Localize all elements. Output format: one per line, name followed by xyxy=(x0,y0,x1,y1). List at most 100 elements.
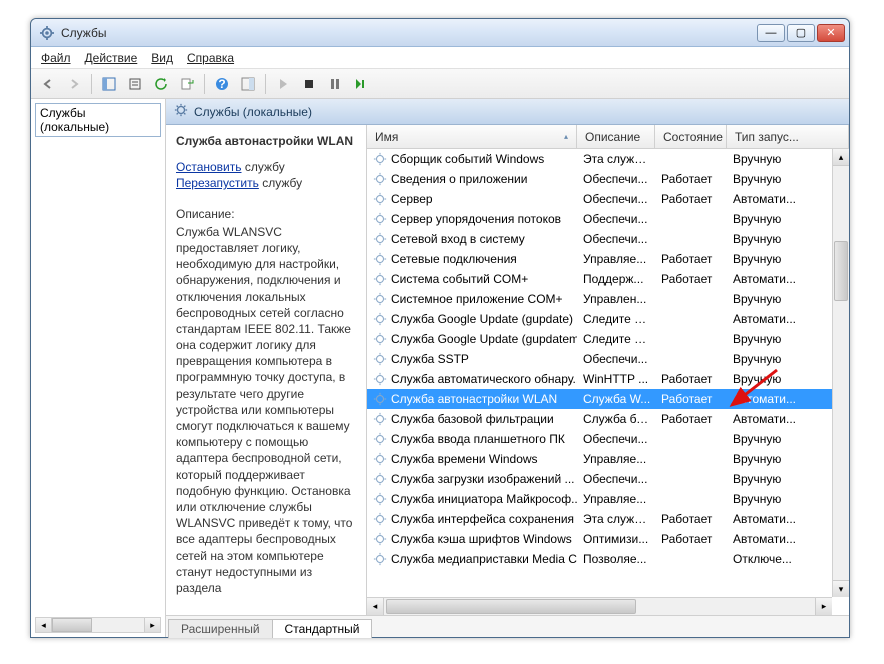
help-button[interactable]: ? xyxy=(211,73,233,95)
start-service-button[interactable] xyxy=(272,73,294,95)
description-body: Служба WLANSVC предоставляет логику, нео… xyxy=(176,224,356,596)
service-name: Системное приложение COM+ xyxy=(391,292,563,306)
service-desc: Обеспечи... xyxy=(577,192,655,206)
table-row[interactable]: Служба кэша шрифтов WindowsОптимизи...Ра… xyxy=(367,529,849,549)
table-row[interactable]: Служба интерфейса сохранения ...Эта служ… xyxy=(367,509,849,529)
close-button[interactable]: ✕ xyxy=(817,24,845,42)
service-desc: WinHTTP ... xyxy=(577,372,655,386)
restart-link[interactable]: Перезапустить xyxy=(176,176,259,190)
tabs-bar: Расширенный Стандартный xyxy=(166,615,849,637)
table-row[interactable]: Сетевые подключенияУправляе...РаботаетВр… xyxy=(367,249,849,269)
table-row[interactable]: Сервер упорядочения потоковОбеспечи...Вр… xyxy=(367,209,849,229)
restart-service-button[interactable] xyxy=(350,73,372,95)
service-startup: Вручную xyxy=(727,212,849,226)
nav-back-button[interactable] xyxy=(37,73,59,95)
toggle-details-button[interactable] xyxy=(237,73,259,95)
col-desc[interactable]: Описание xyxy=(577,125,655,148)
gear-icon xyxy=(373,492,387,506)
refresh-button[interactable] xyxy=(150,73,172,95)
service-state: Работает xyxy=(655,392,727,406)
menu-action[interactable]: Действие xyxy=(85,51,138,65)
gear-icon xyxy=(373,252,387,266)
minimize-button[interactable]: — xyxy=(757,24,785,42)
table-row[interactable]: Служба автоматического обнару...WinHTTP … xyxy=(367,369,849,389)
table-row[interactable]: Служба инициатора Майкрософ...Управляе..… xyxy=(367,489,849,509)
col-state[interactable]: Состояние xyxy=(655,125,727,148)
properties-button[interactable] xyxy=(124,73,146,95)
service-startup: Вручную xyxy=(727,172,849,186)
service-startup: Вручную xyxy=(727,472,849,486)
maximize-button[interactable]: ▢ xyxy=(787,24,815,42)
gear-icon xyxy=(373,512,387,526)
service-startup: Вручную xyxy=(727,332,849,346)
menu-file[interactable]: Файл xyxy=(41,51,71,65)
selected-service-title: Служба автонастройки WLAN xyxy=(176,133,356,149)
menu-help[interactable]: Справка xyxy=(187,51,234,65)
tree-hscrollbar[interactable]: ◂ ▸ xyxy=(35,617,161,633)
table-row[interactable]: Служба ввода планшетного ПКОбеспечи...Вр… xyxy=(367,429,849,449)
scroll-thumb[interactable] xyxy=(52,618,92,632)
tab-standard[interactable]: Стандартный xyxy=(272,619,373,638)
scroll-right-icon[interactable]: ▸ xyxy=(144,618,160,632)
table-row[interactable]: Служба базовой фильтрацииСлужба ба...Раб… xyxy=(367,409,849,429)
gear-icon xyxy=(373,552,387,566)
scroll-thumb[interactable] xyxy=(834,241,848,301)
nav-fwd-button[interactable] xyxy=(63,73,85,95)
show-hide-tree-button[interactable] xyxy=(98,73,120,95)
service-name: Служба автоматического обнару... xyxy=(391,372,577,386)
service-name: Сборщик событий Windows xyxy=(391,152,544,166)
pause-service-button[interactable] xyxy=(324,73,346,95)
service-desc: Обеспечи... xyxy=(577,212,655,226)
service-startup: Отключе... xyxy=(727,552,849,566)
service-name: Служба Google Update (gupdate) xyxy=(391,312,573,326)
gear-icon xyxy=(373,272,387,286)
service-startup: Автомати... xyxy=(727,512,849,526)
scroll-left-icon[interactable]: ◂ xyxy=(367,598,384,615)
table-row[interactable]: Служба медиаприставки Media C...Позволяе… xyxy=(367,549,849,569)
gear-icon xyxy=(373,152,387,166)
table-row[interactable]: Сведения о приложенииОбеспечи...Работает… xyxy=(367,169,849,189)
export-button[interactable] xyxy=(176,73,198,95)
table-row[interactable]: Служба времени WindowsУправляе...Вручную xyxy=(367,449,849,469)
service-name: Служба кэша шрифтов Windows xyxy=(391,532,572,546)
service-desc: Служба ба... xyxy=(577,412,655,426)
list-hscrollbar[interactable]: ◂ ▸ xyxy=(367,597,832,615)
sort-indicator-icon: ▴ xyxy=(564,132,568,141)
col-startup[interactable]: Тип запус... xyxy=(727,125,849,148)
service-desc: Управляе... xyxy=(577,452,655,466)
table-row[interactable]: Служба Google Update (gupdate)Следите за… xyxy=(367,309,849,329)
table-row[interactable]: Сетевой вход в системуОбеспечи...Вручную xyxy=(367,229,849,249)
col-name[interactable]: Имя▴ xyxy=(367,125,577,148)
table-row[interactable]: Служба SSTPОбеспечи...Вручную xyxy=(367,349,849,369)
stop-link[interactable]: Остановить xyxy=(176,160,242,174)
scroll-thumb[interactable] xyxy=(386,599,636,614)
tree-root-item[interactable]: Службы (локальные) xyxy=(35,103,161,137)
scroll-left-icon[interactable]: ◂ xyxy=(36,618,52,632)
gear-icon xyxy=(373,232,387,246)
table-row[interactable]: СерверОбеспечи...РаботаетАвтомати... xyxy=(367,189,849,209)
menu-view[interactable]: Вид xyxy=(151,51,173,65)
table-row[interactable]: Служба Google Update (gupdatem)Следите з… xyxy=(367,329,849,349)
scroll-down-icon[interactable]: ▾ xyxy=(833,580,849,597)
service-startup: Вручную xyxy=(727,252,849,266)
service-startup: Автомати... xyxy=(727,532,849,546)
table-row[interactable]: Служба загрузки изображений ...Обеспечи.… xyxy=(367,469,849,489)
service-desc: Управляе... xyxy=(577,492,655,506)
service-startup: Вручную xyxy=(727,152,849,166)
stop-service-button[interactable] xyxy=(298,73,320,95)
table-row[interactable]: Система событий COM+Поддерж...РаботаетАв… xyxy=(367,269,849,289)
list-header: Имя▴ Описание Состояние Тип запус... xyxy=(367,125,849,149)
scroll-up-icon[interactable]: ▴ xyxy=(833,149,849,166)
service-startup: Вручную xyxy=(727,372,849,386)
tab-extended[interactable]: Расширенный xyxy=(168,619,273,638)
scroll-right-icon[interactable]: ▸ xyxy=(815,598,832,615)
service-startup: Вручную xyxy=(727,492,849,506)
titlebar[interactable]: Службы — ▢ ✕ xyxy=(31,19,849,47)
table-row[interactable]: Сборщик событий Windows Эта служб... Вручн… xyxy=(367,149,849,169)
list-vscrollbar[interactable]: ▴ ▾ xyxy=(832,149,849,597)
table-row[interactable]: Системное приложение COM+Управлен...Вруч… xyxy=(367,289,849,309)
description-label: Описание: xyxy=(176,206,356,222)
service-desc: Эта служб... xyxy=(577,152,655,166)
table-row[interactable]: Служба автонастройки WLANСлужба W...Рабо… xyxy=(367,389,849,409)
services-window: Службы — ▢ ✕ Файл Действие Вид Справка ?… xyxy=(30,18,850,638)
